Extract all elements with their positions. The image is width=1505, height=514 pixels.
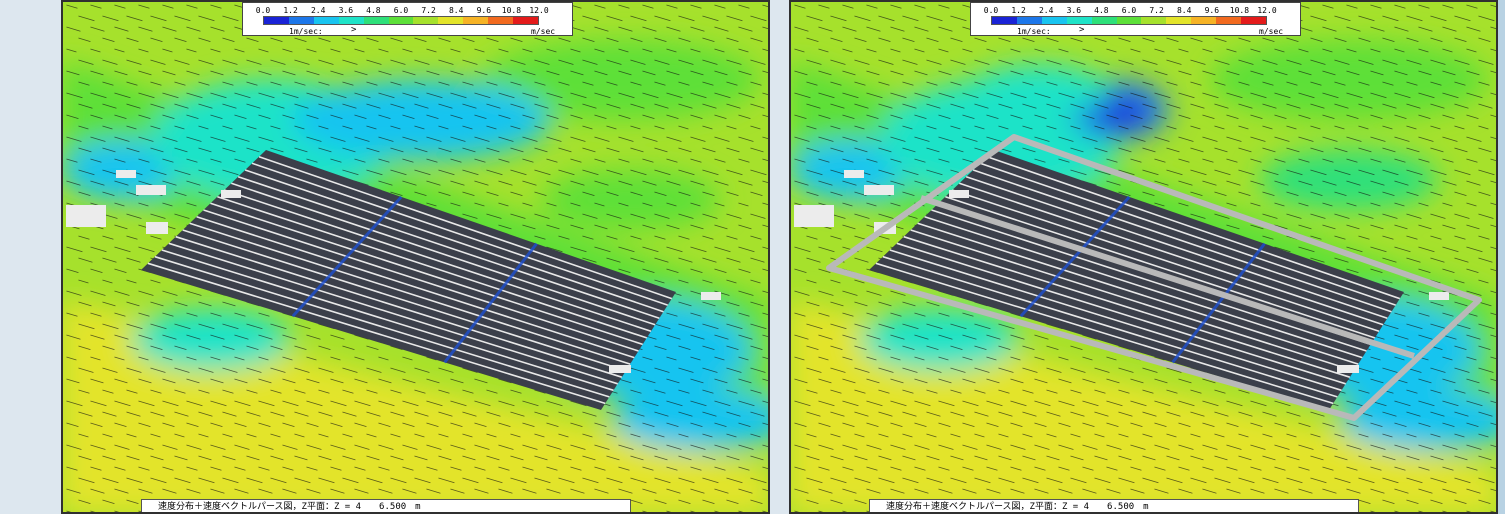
legend-tick: 1.2 — [1011, 6, 1026, 15]
legend-tick: 8.4 — [448, 6, 464, 15]
legend-tick-labels: 0.0 1.2 2.4 3.6 4.8 6.0 7.2 8.4 9.6 10.8 12.0 — [256, 6, 549, 15]
field-region — [291, 80, 551, 160]
velocity-plot-panel-right: 0.0 1.2 2.4 3.6 4.8 6.0 7.2 8.4 9.6 10.8 12.0 1m/s… — [789, 0, 1498, 514]
legend-tick-labels: 0.0 1.2 2.4 3.6 4.8 6.0 7.2 8.4 9.6 10.8 12.0 — [984, 6, 1277, 15]
legend-tick: 9.6 — [476, 6, 492, 15]
legend-swatch — [363, 17, 389, 24]
legend-tick: 7.2 — [1149, 6, 1164, 15]
legend-swatch — [1116, 17, 1142, 24]
legend-tick: 8.4 — [1176, 6, 1192, 15]
building — [1429, 292, 1449, 300]
legend-color-bar — [991, 16, 1267, 25]
legend-tick: 0.0 — [255, 6, 271, 15]
legend-tick: 1.2 — [283, 6, 298, 15]
legend-swatch — [1091, 17, 1117, 24]
legend-tick: 12.0 — [529, 6, 549, 15]
legend-tick: 4.8 — [1094, 6, 1109, 15]
legend-swatch — [413, 17, 439, 24]
legend-swatch — [463, 17, 489, 24]
velocity-field-plot — [61, 0, 770, 514]
legend-tick: 12.0 — [1257, 6, 1277, 15]
legend-unit: m/sec — [531, 27, 556, 36]
legend-tick: 4.8 — [366, 6, 381, 15]
building — [949, 190, 969, 198]
building — [844, 170, 864, 178]
legend-unit: m/sec — [1259, 27, 1284, 36]
legend-swatch — [1016, 17, 1042, 24]
legend-swatch — [438, 17, 464, 24]
legend-swatch — [1041, 17, 1067, 24]
building — [701, 292, 721, 300]
building — [146, 222, 168, 234]
building — [136, 185, 166, 195]
building — [221, 190, 241, 198]
legend-tick: 0.0 — [983, 6, 999, 15]
field-region — [859, 310, 1019, 370]
building — [116, 170, 136, 178]
building — [609, 365, 631, 373]
field-region — [541, 170, 721, 230]
building — [1337, 365, 1359, 373]
color-legend: 0.0 1.2 2.4 3.6 4.8 6.0 7.2 8.4 9.6 10.8 12.0 1m/s… — [970, 2, 1301, 36]
legend-swatch — [488, 17, 514, 24]
field-region — [1259, 150, 1439, 210]
building — [66, 205, 106, 227]
field-region — [131, 310, 291, 370]
legend-tick: 2.4 — [310, 6, 326, 15]
legend-swatch — [288, 17, 314, 24]
plot-caption: 速度分布＋速度ベクトルパース図，Z平面：Z = 4 6.500 m — [141, 499, 631, 514]
legend-swatch — [338, 17, 364, 24]
legend-vector-arrow: > — [351, 25, 357, 35]
legend-scale-label: 1m/sec: — [289, 27, 323, 36]
legend-swatch — [1066, 17, 1092, 24]
building — [864, 185, 894, 195]
legend-color-bar — [263, 16, 539, 25]
color-legend: 0.0 1.2 2.4 3.6 4.8 6.0 7.2 8.4 9.6 10.8 12.0 1m/s… — [242, 2, 573, 36]
legend-tick: 9.6 — [1204, 6, 1220, 15]
legend-tick: 10.8 — [501, 6, 522, 15]
legend-vector-arrow: > — [1079, 25, 1085, 35]
legend-tick: 6.0 — [1121, 6, 1137, 15]
velocity-field-plot — [789, 0, 1498, 514]
legend-tick: 3.6 — [1066, 6, 1082, 15]
legend-swatch — [513, 17, 538, 24]
building — [794, 205, 834, 227]
legend-swatch — [992, 17, 1017, 24]
legend-swatch — [1216, 17, 1242, 24]
legend-swatch — [1191, 17, 1217, 24]
legend-tick: 10.8 — [1229, 6, 1250, 15]
legend-swatch — [1241, 17, 1266, 24]
legend-swatch — [264, 17, 289, 24]
legend-tick: 2.4 — [1038, 6, 1054, 15]
legend-swatch — [313, 17, 339, 24]
legend-tick: 3.6 — [338, 6, 354, 15]
legend-swatch — [1166, 17, 1192, 24]
legend-swatch — [1141, 17, 1167, 24]
velocity-plot-panel-left: 0.0 1.2 2.4 3.6 4.8 6.0 7.2 8.4 9.6 10.8 12.0 1m/s… — [61, 0, 770, 514]
page-edge — [1498, 0, 1505, 514]
legend-swatch — [388, 17, 414, 24]
legend-tick: 7.2 — [421, 6, 436, 15]
plot-caption: 速度分布＋速度ベクトルパース図，Z平面：Z = 4 6.500 m — [869, 499, 1359, 514]
legend-tick: 6.0 — [393, 6, 409, 15]
legend-scale-label: 1m/sec: — [1017, 27, 1051, 36]
